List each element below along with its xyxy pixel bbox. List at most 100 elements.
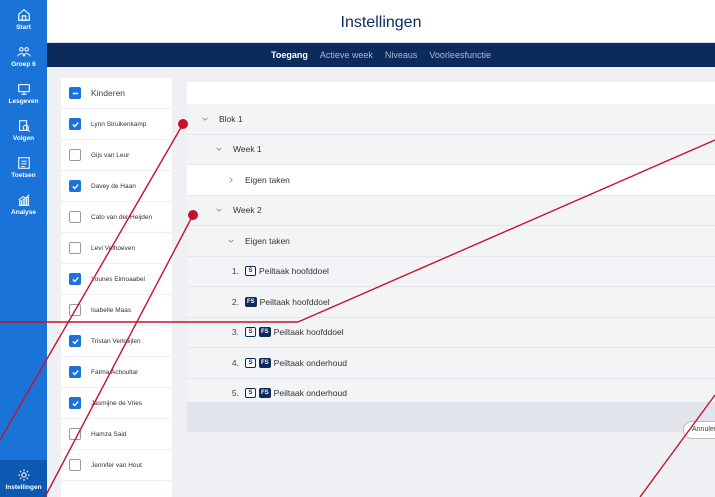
- nav-analyse[interactable]: Analyse: [0, 185, 47, 222]
- tab-toegang[interactable]: Toegang: [265, 50, 314, 60]
- task-row[interactable]: 1. S Peiltaak hoofddoel: [187, 256, 715, 287]
- child-row[interactable]: Jennifer van Hout: [61, 450, 172, 481]
- task-label: Peiltaak onderhoud: [273, 388, 347, 399]
- page-title: Instellingen: [340, 14, 422, 31]
- task-label: Peiltaak hoofddoel: [273, 327, 344, 338]
- gear-icon: [17, 469, 30, 481]
- chevron-down-icon: [201, 115, 209, 123]
- week1-label: Week 1: [233, 144, 262, 155]
- blok-label: Blok 1: [219, 113, 243, 124]
- task-number: 5.: [231, 388, 239, 399]
- child-row[interactable]: Tristan Verkuijlen: [61, 326, 172, 357]
- child-checkbox[interactable]: [69, 242, 81, 254]
- nav-instellingen[interactable]: Instellingen: [0, 460, 47, 497]
- child-row[interactable]: Levi Velhoeven: [61, 233, 172, 264]
- child-name: Jasmijne de Vries: [91, 399, 143, 407]
- tab-bar: Toegang Actieve week Niveaus Voorleesfun…: [47, 43, 715, 67]
- chevron-down-icon: [215, 206, 223, 214]
- child-name: Levi Velhoeven: [91, 244, 136, 252]
- child-row[interactable]: Davey de Haan: [61, 171, 172, 202]
- teach-icon: [17, 84, 30, 95]
- task-number: 4.: [231, 357, 239, 368]
- nav-start[interactable]: Start: [0, 0, 47, 37]
- fs-badge: FS: [259, 388, 271, 399]
- cancel-button[interactable]: Annuleren: [683, 421, 715, 439]
- nav-toetsen[interactable]: Toetsen: [0, 148, 47, 185]
- task-row[interactable]: 2. FS Peiltaak hoofddoel: [187, 287, 715, 318]
- child-name: Tristan Verkuijlen: [91, 337, 141, 345]
- child-row[interactable]: Gijs van Leur: [61, 140, 172, 171]
- task-number: 1.: [231, 266, 239, 277]
- s-badge: S: [245, 266, 256, 277]
- child-row[interactable]: Jasmijne de Vries: [61, 388, 172, 419]
- child-name: Younes Elmoaabel: [91, 275, 145, 283]
- child-checkbox[interactable]: [69, 211, 81, 223]
- s-badge: S: [245, 327, 256, 338]
- child-row[interactable]: Hamza Said: [61, 419, 172, 450]
- task-number: 2.: [231, 296, 239, 307]
- tree-week2-eigen[interactable]: Eigen taken: [187, 226, 715, 257]
- s-badge: S: [245, 357, 256, 368]
- child-checkbox[interactable]: [69, 459, 81, 471]
- child-row[interactable]: Younes Elmoaabel: [61, 264, 172, 295]
- follow-icon: [18, 120, 30, 133]
- tree-footer: Annuleren: [187, 402, 715, 439]
- child-checkbox[interactable]: [69, 366, 81, 378]
- nav-groep[interactable]: Groep 6: [0, 37, 47, 74]
- child-name: Fatma Achoultar: [91, 368, 139, 376]
- child-name: Gijs van Leur: [91, 151, 130, 159]
- child-checkbox[interactable]: [69, 180, 81, 192]
- children-list: Kinderen Lynn Struikenkamp Gijs van Leur D…: [61, 78, 172, 497]
- fs-badge: FS: [259, 327, 271, 338]
- child-row[interactable]: Fatma Achoultar: [61, 357, 172, 388]
- child-checkbox[interactable]: [69, 428, 81, 440]
- select-all-checkbox[interactable]: [69, 87, 81, 99]
- child-name: Lynn Struikenkamp: [91, 120, 147, 128]
- child-checkbox[interactable]: [69, 335, 81, 347]
- task-row[interactable]: 4. S FS Peiltaak onderhoud: [187, 348, 715, 379]
- left-nav: Start Groep 6 Lesgeven Volgen Toetsen An…: [0, 0, 47, 497]
- child-row[interactable]: Lynn Struikenkamp: [61, 109, 172, 140]
- child-row[interactable]: Cato van der Heijden: [61, 202, 172, 233]
- tab-niveaus[interactable]: Niveaus: [379, 50, 424, 60]
- test-icon: [17, 157, 30, 169]
- chevron-down-icon: [227, 237, 235, 245]
- child-row[interactable]: Isabelle Maas: [61, 295, 172, 326]
- task-number: 3.: [231, 327, 239, 338]
- task-label: Peiltaak hoofddoel: [259, 296, 330, 307]
- tree-week2[interactable]: Week 2: [187, 195, 715, 226]
- fs-badge: FS: [245, 296, 257, 307]
- child-name: Davey de Haan: [91, 182, 136, 190]
- nav-volgen[interactable]: Volgen: [0, 111, 47, 148]
- header: Instellingen: [47, 0, 715, 43]
- child-checkbox[interactable]: [69, 304, 81, 316]
- child-checkbox[interactable]: [69, 118, 81, 130]
- chevron-right-icon: [227, 176, 235, 184]
- child-name: Isabelle Maas: [91, 306, 132, 314]
- task-row[interactable]: 3. S FS Peiltaak hoofddoel: [187, 317, 715, 348]
- child-checkbox[interactable]: [69, 397, 81, 409]
- child-checkbox[interactable]: [69, 273, 81, 285]
- nav-lesgeven[interactable]: Lesgeven: [0, 74, 47, 111]
- tab-voorleesfunctie[interactable]: Voorleesfunctie: [423, 50, 497, 60]
- child-name: Jennifer van Hout: [91, 461, 142, 469]
- s-badge: S: [245, 388, 256, 399]
- tree-week1[interactable]: Week 1: [187, 134, 715, 165]
- week2-eigen-label: Eigen taken: [245, 235, 290, 246]
- tab-actieve-week[interactable]: Actieve week: [314, 50, 379, 60]
- child-checkbox[interactable]: [69, 149, 81, 161]
- children-header[interactable]: Kinderen: [61, 78, 172, 109]
- tree-blok[interactable]: Blok 1: [187, 104, 715, 135]
- group-icon: [16, 47, 31, 57]
- task-tree: Blok 1 Week 1 Eigen taken Week 2 Eigen t…: [187, 104, 715, 432]
- children-header-label: Kinderen: [91, 88, 126, 98]
- child-name: Hamza Said: [91, 430, 127, 438]
- task-label: Peiltaak onderhoud: [273, 357, 347, 368]
- week2-label: Week 2: [233, 205, 262, 216]
- tree-topbar: [187, 82, 715, 104]
- chevron-down-icon: [215, 145, 223, 153]
- child-name: Cato van der Heijden: [91, 213, 153, 221]
- analysis-icon: [17, 194, 30, 206]
- week1-eigen-label: Eigen taken: [245, 174, 290, 185]
- tree-week1-eigen[interactable]: Eigen taken: [187, 165, 715, 196]
